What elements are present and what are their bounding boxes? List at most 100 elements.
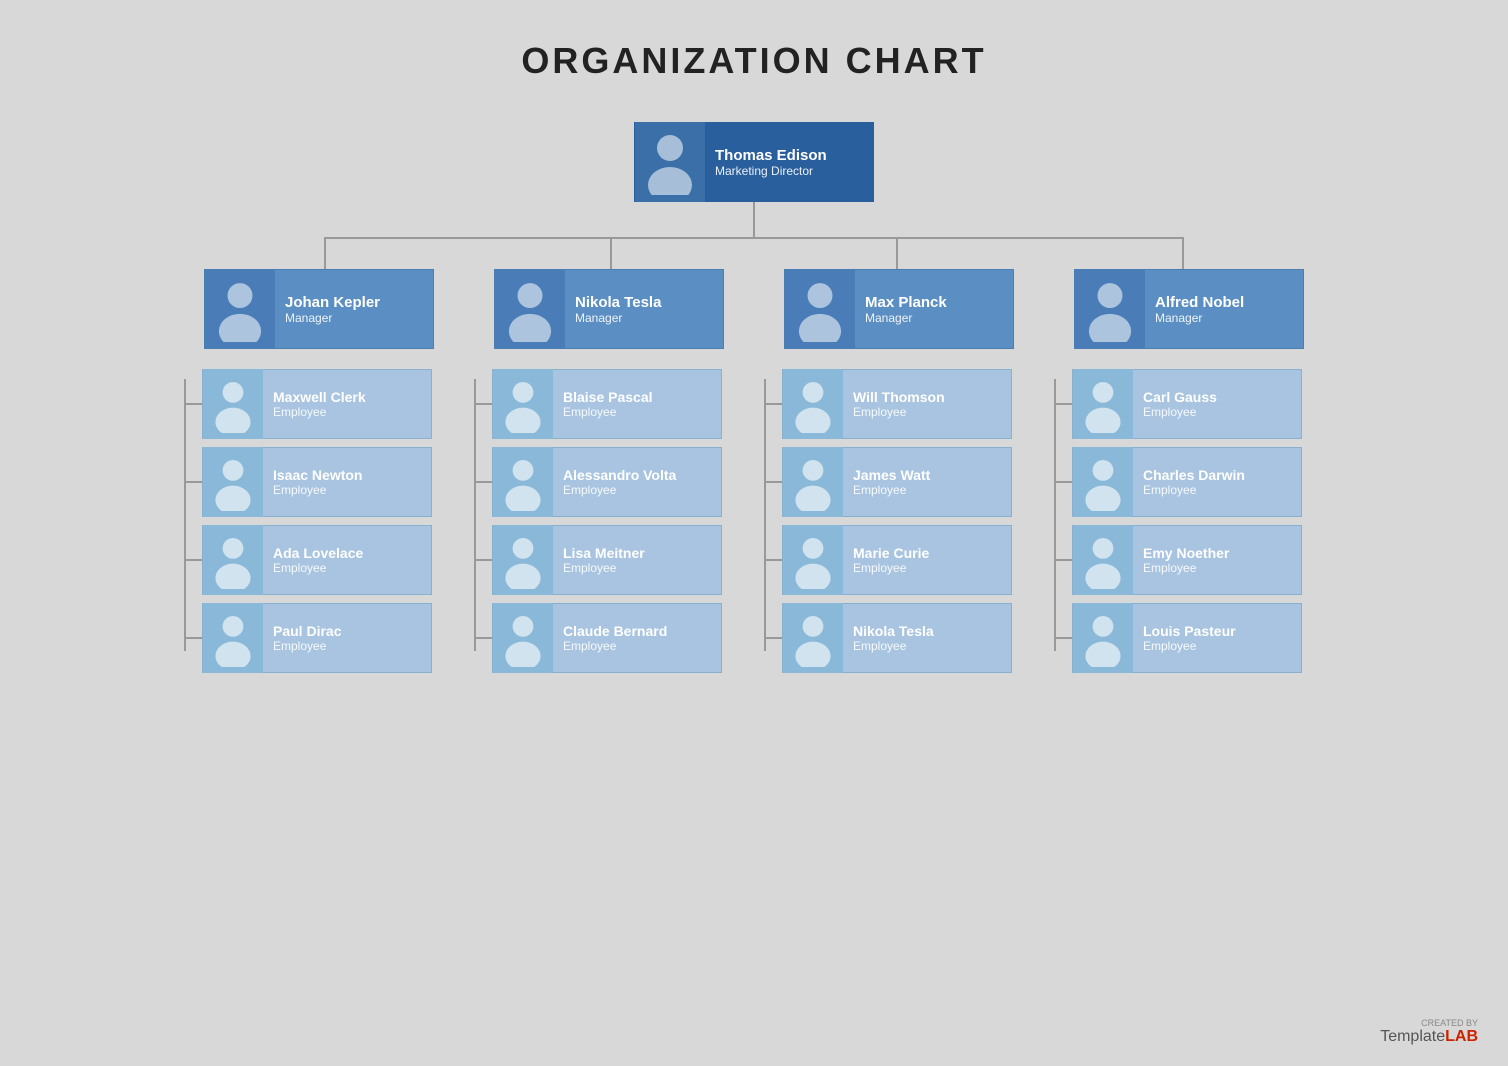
employee-node-3-2: Emy Noether Employee [1072, 525, 1302, 595]
emp-avatar-0-1 [203, 447, 263, 517]
managers-row: Johan Kepler Manager [20, 269, 1488, 673]
emp-row-0-2: Ada Lovelace Employee [186, 525, 432, 595]
emp-role-0-3: Employee [273, 639, 341, 653]
emp-row-3-1: Charles Darwin Employee [1056, 447, 1302, 517]
emp-role-1-2: Employee [563, 561, 645, 575]
employee-node-2-0: Will Thomson Employee [782, 369, 1012, 439]
emp-name-0-3: Paul Dirac [273, 623, 341, 639]
footer: CREATED BY TemplateLAB [1380, 1018, 1478, 1046]
v-line-3 [896, 239, 898, 269]
emp-role-1-0: Employee [563, 405, 653, 419]
manager-col-0: Johan Kepler Manager [184, 269, 454, 673]
emp-name-2-3: Nikola Tesla [853, 623, 934, 639]
emp-row-3-0: Carl Gauss Employee [1056, 369, 1302, 439]
employee-node-0-0: Maxwell Clerk Employee [202, 369, 432, 439]
emp-role-3-0: Employee [1143, 405, 1217, 419]
emp-row-1-0: Blaise Pascal Employee [476, 369, 722, 439]
manager-col-1: Nikola Tesla Manager [474, 269, 744, 673]
ceo-avatar [635, 122, 705, 202]
emp-row-3-3: Louis Pasteur Employee [1056, 603, 1302, 673]
manager-text-2: Max Planck Manager [855, 288, 957, 331]
employee-node-0-3: Paul Dirac Employee [202, 603, 432, 673]
v-line-2 [610, 239, 612, 269]
employee-node-3-0: Carl Gauss Employee [1072, 369, 1302, 439]
emp-row-1-2: Lisa Meitner Employee [476, 525, 722, 595]
emp-name-2-0: Will Thomson [853, 389, 945, 405]
emp-name-1-0: Blaise Pascal [563, 389, 653, 405]
manager-node-3: Alfred Nobel Manager [1074, 269, 1304, 349]
manager-text-3: Alfred Nobel Manager [1145, 288, 1254, 331]
emp-row-0-0: Maxwell Clerk Employee [186, 369, 432, 439]
employee-section-0: Maxwell Clerk Employee [184, 369, 454, 673]
emp-name-0-0: Maxwell Clerk [273, 389, 366, 405]
org-chart: Thomas Edison Marketing Director [20, 122, 1488, 673]
emp-row-2-2: Marie Curie Employee [766, 525, 1012, 595]
manager-role-1: Manager [575, 311, 661, 325]
ceo-text: Thomas Edison Marketing Director [705, 141, 837, 184]
employee-node-1-0: Blaise Pascal Employee [492, 369, 722, 439]
emp-role-3-1: Employee [1143, 483, 1245, 497]
emp-role-1-1: Employee [563, 483, 676, 497]
h-branch-line [324, 237, 1184, 239]
manager-node-0: Johan Kepler Manager [204, 269, 434, 349]
emp-row-2-0: Will Thomson Employee [766, 369, 1012, 439]
v-line-4 [1182, 239, 1184, 269]
manager-text-0: Johan Kepler Manager [275, 288, 390, 331]
employees-list-1: Blaise Pascal Employee [476, 369, 722, 673]
manager-avatar-3 [1075, 269, 1145, 349]
manager-name-1: Nikola Tesla [575, 294, 661, 311]
emp-role-2-2: Employee [853, 561, 929, 575]
employee-node-2-1: James Watt Employee [782, 447, 1012, 517]
employee-node-2-2: Marie Curie Employee [782, 525, 1012, 595]
emp-role-2-1: Employee [853, 483, 930, 497]
ceo-row: Thomas Edison Marketing Director [634, 122, 874, 202]
manager-col-3: Alfred Nobel Manager [1054, 269, 1324, 673]
emp-name-0-2: Ada Lovelace [273, 545, 363, 561]
manager-col-2: Max Planck Manager [764, 269, 1034, 673]
emp-name-2-1: James Watt [853, 467, 930, 483]
manager-name-0: Johan Kepler [285, 294, 380, 311]
v-line-1 [324, 239, 326, 269]
employee-node-1-2: Lisa Meitner Employee [492, 525, 722, 595]
employees-list-0: Maxwell Clerk Employee [186, 369, 432, 673]
emp-row-2-3: Nikola Tesla Employee [766, 603, 1012, 673]
manager-node-2: Max Planck Manager [784, 269, 1014, 349]
manager-text-1: Nikola Tesla Manager [565, 288, 671, 331]
employee-node-2-3: Nikola Tesla Employee [782, 603, 1012, 673]
employee-section-2: Will Thomson Employee [764, 369, 1034, 673]
emp-name-0-1: Isaac Newton [273, 467, 362, 483]
emp-name-3-3: Louis Pasteur [1143, 623, 1236, 639]
ceo-role: Marketing Director [715, 164, 827, 178]
employee-node-3-1: Charles Darwin Employee [1072, 447, 1302, 517]
employee-node-0-1: Isaac Newton Employee [202, 447, 432, 517]
emp-role-3-3: Employee [1143, 639, 1236, 653]
employee-node-1-3: Claude Bernard Employee [492, 603, 722, 673]
emp-role-2-0: Employee [853, 405, 945, 419]
emp-name-1-2: Lisa Meitner [563, 545, 645, 561]
footer-created-by: CREATED BY [1380, 1018, 1478, 1028]
manager-role-0: Manager [285, 311, 380, 325]
ceo-name: Thomas Edison [715, 147, 827, 164]
emp-role-0-2: Employee [273, 561, 363, 575]
emp-row-1-3: Claude Bernard Employee [476, 603, 722, 673]
manager-avatar-1 [495, 269, 565, 349]
emp-name-2-2: Marie Curie [853, 545, 929, 561]
employees-list-2: Will Thomson Employee [766, 369, 1012, 673]
manager-role-2: Manager [865, 311, 947, 325]
manager-node-1: Nikola Tesla Manager [494, 269, 724, 349]
emp-role-2-3: Employee [853, 639, 934, 653]
emp-row-0-1: Isaac Newton Employee [186, 447, 432, 517]
emp-role-1-3: Employee [563, 639, 667, 653]
manager-avatar-0 [205, 269, 275, 349]
manager-name-3: Alfred Nobel [1155, 294, 1244, 311]
emp-avatar-0-0 [203, 369, 263, 439]
employees-list-3: Carl Gauss Employee [1056, 369, 1302, 673]
emp-row-1-1: Alessandro Volta Employee [476, 447, 722, 517]
emp-name-3-1: Charles Darwin [1143, 467, 1245, 483]
employee-section-1: Blaise Pascal Employee [474, 369, 744, 673]
manager-avatar-2 [785, 269, 855, 349]
employee-section-3: Carl Gauss Employee [1054, 369, 1324, 673]
chart-title: ORGANIZATION CHART [521, 40, 986, 82]
branch-verticals [324, 239, 1184, 269]
employee-node-3-3: Louis Pasteur Employee [1072, 603, 1302, 673]
